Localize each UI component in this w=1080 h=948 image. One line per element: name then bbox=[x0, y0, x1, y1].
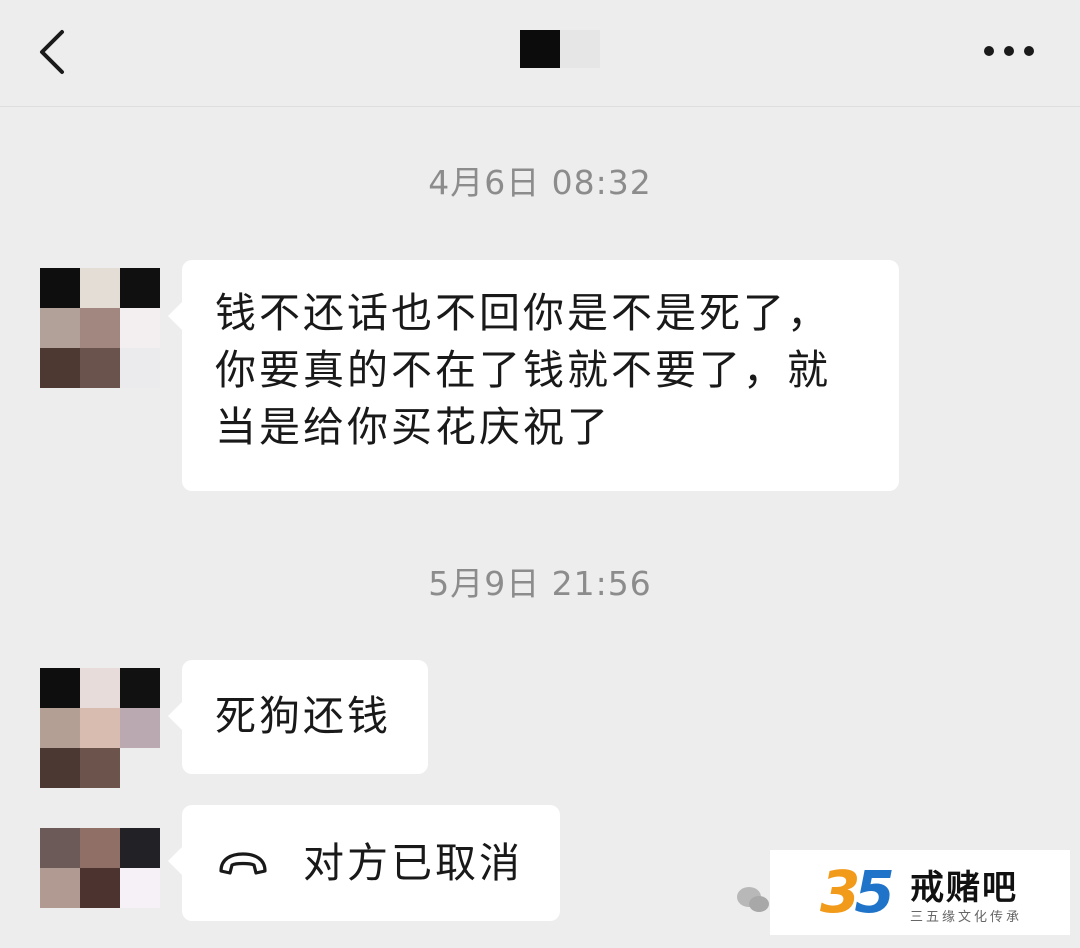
more-button[interactable] bbox=[980, 36, 1040, 66]
avatar[interactable] bbox=[40, 828, 160, 948]
watermark-logo: 35 戒赌吧 三五缘文化传承 bbox=[770, 850, 1070, 935]
contact-name-redacted bbox=[520, 30, 600, 68]
message-text: 死狗还钱 bbox=[215, 692, 391, 740]
logo-title: 戒赌吧 bbox=[910, 868, 1018, 908]
timestamp: 4月6日 08:32 bbox=[428, 163, 652, 202]
message-bubble[interactable]: 死狗还钱 bbox=[168, 660, 428, 774]
message-text-line: 当是给你买花庆祝了 bbox=[215, 403, 611, 451]
message-bubble[interactable]: 钱不还话也不回你是不是死了， 你要真的不在了钱就不要了，就 当是给你买花庆祝了 bbox=[168, 260, 899, 491]
more-dots-icon bbox=[984, 46, 1034, 56]
wechat-icon bbox=[737, 887, 769, 912]
chat-header bbox=[0, 0, 1080, 107]
back-button[interactable] bbox=[32, 28, 80, 76]
logo-number: 35 bbox=[820, 858, 895, 926]
logo-subtitle: 三五缘文化传承 bbox=[910, 910, 1023, 925]
avatar[interactable] bbox=[40, 668, 160, 788]
message-text-line: 钱不还话也不回你是不是死了， bbox=[215, 289, 831, 337]
chevron-left-icon bbox=[40, 30, 64, 74]
avatar[interactable] bbox=[40, 268, 160, 388]
timestamp: 5月9日 21:56 bbox=[428, 564, 652, 603]
phone-hangup-icon bbox=[219, 852, 267, 875]
call-message-bubble[interactable]: 对方已取消 bbox=[168, 805, 560, 921]
message-text-line: 你要真的不在了钱就不要了，就 bbox=[215, 346, 831, 394]
call-status-text: 对方已取消 bbox=[303, 839, 523, 887]
